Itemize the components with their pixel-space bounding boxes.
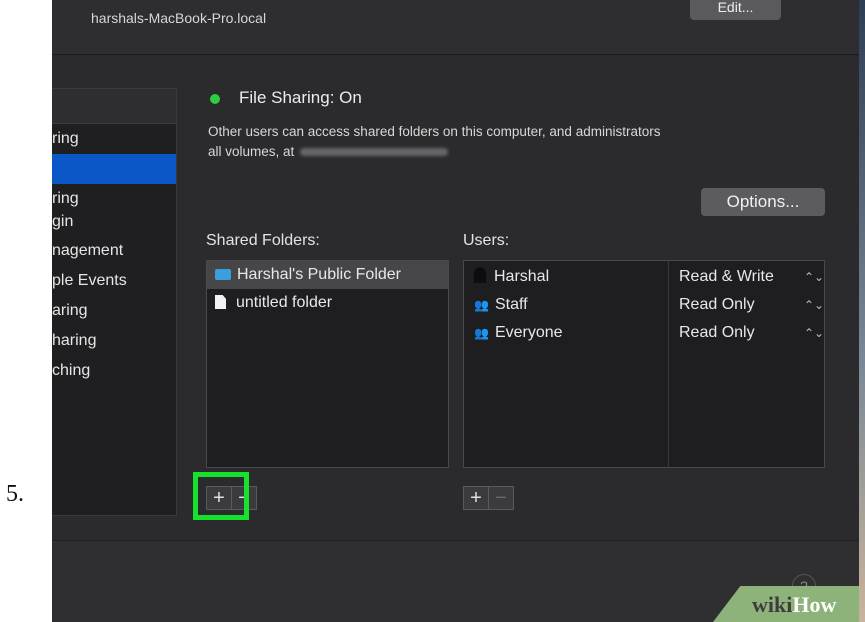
services-sidebar: ring n ring gin nagement ple Events arin… [52, 88, 177, 516]
updown-arrows-icon[interactable]: ⌃⌄ [804, 263, 824, 291]
user-name: Harshal [494, 268, 550, 285]
sidebar-header [52, 89, 176, 124]
edit-button[interactable]: Edit... [690, 0, 781, 20]
sharing-description: Other users can access shared folders on… [208, 124, 661, 139]
sidebar-item-selected[interactable]: n [52, 154, 176, 184]
window-header: harshals-MacBook-Pro.local Edit... [52, 0, 865, 55]
computer-hostname: harshals-MacBook-Pro.local [91, 10, 267, 26]
sharing-address-label: all volumes, at [208, 144, 295, 159]
sidebar-item[interactable]: haring [52, 326, 176, 356]
add-user-button[interactable]: + [463, 486, 489, 510]
highlight-box [193, 472, 249, 520]
step-number: 5. [6, 481, 24, 507]
permission-select[interactable]: Read Only [679, 319, 755, 347]
list-item[interactable]: Harshal's Public Folder [207, 261, 448, 289]
shared-folders-label: Shared Folders: [206, 232, 320, 249]
users-label: Users: [463, 232, 510, 249]
document-icon [215, 295, 226, 309]
person-icon [474, 267, 486, 283]
shared-folders-list[interactable]: Harshal's Public Folder untitled folder [206, 260, 449, 468]
wikihow-watermark: wikiHow [752, 592, 836, 618]
sidebar-item[interactable]: ring [52, 184, 176, 214]
everyone-icon: 👥 [474, 326, 489, 340]
sharing-preferences-window: harshals-MacBook-Pro.local Edit... ring … [52, 0, 865, 622]
sidebar-item[interactable]: nagement [52, 236, 176, 266]
sidebar-item[interactable]: gin [52, 214, 176, 236]
sidebar-item[interactable]: aring [52, 296, 176, 326]
users-list[interactable]: Harshal Read & Write ⌃⌄ 👥 Staff Read Only… [463, 260, 825, 468]
remove-user-button[interactable]: − [488, 486, 514, 510]
user-cell: 👥 Staff [474, 291, 528, 319]
permission-select[interactable]: Read Only [679, 291, 755, 319]
status-indicator-icon [210, 94, 220, 104]
file-sharing-status: File Sharing: On [239, 88, 362, 107]
permission-select[interactable]: Read & Write [679, 263, 774, 291]
watermark-how: How [792, 592, 837, 617]
user-name: Everyone [494, 324, 563, 341]
user-name: Staff [494, 296, 528, 313]
options-button[interactable]: Options... [701, 188, 825, 216]
sidebar-item[interactable]: ching [52, 356, 176, 386]
updown-arrows-icon[interactable]: ⌃⌄ [804, 319, 824, 347]
list-item[interactable]: untitled folder [207, 289, 448, 317]
background-strip [859, 0, 865, 622]
user-row[interactable]: 👥 Everyone Read Only ⌃⌄ [464, 319, 824, 347]
updown-arrows-icon[interactable]: ⌃⌄ [804, 291, 824, 319]
watermark-wiki: wiki [752, 592, 793, 617]
folder-name: Harshal's Public Folder [237, 266, 402, 283]
user-cell: 👥 Everyone [474, 319, 563, 347]
folder-icon [215, 269, 231, 280]
folder-name: untitled folder [236, 294, 333, 311]
sharing-address: all volumes, at [208, 144, 449, 159]
sidebar-item[interactable]: ring [52, 124, 176, 154]
blurred-address [300, 148, 449, 157]
user-cell: Harshal [474, 263, 549, 291]
group-icon: 👥 [474, 298, 489, 312]
user-row[interactable]: 👥 Staff Read Only ⌃⌄ [464, 291, 824, 319]
sidebar-item[interactable]: ple Events [52, 266, 176, 296]
user-row[interactable]: Harshal Read & Write ⌃⌄ [464, 263, 824, 291]
